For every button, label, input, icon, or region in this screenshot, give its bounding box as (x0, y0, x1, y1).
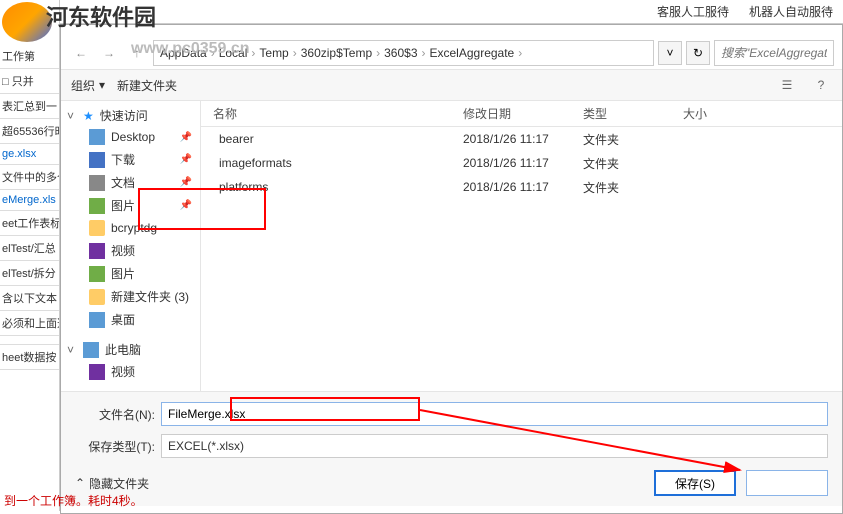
left-item: 超65536行时 (0, 119, 59, 144)
left-item[interactable]: □ 只并 (0, 69, 59, 94)
desktop-icon (89, 312, 105, 328)
hide-folders-toggle[interactable]: ⌃ 隐藏文件夹 (75, 475, 149, 492)
sidebar-item-downloads[interactable]: 下载📌 (61, 148, 200, 171)
dialog-body: ˅ ★ 快速访问 Desktop📌 下载📌 文档📌 图片📌 bcryptdg 视… (61, 101, 842, 391)
left-item: 含以下文本 (0, 286, 59, 311)
file-list-header: 名称 修改日期 类型 大小 (201, 101, 842, 127)
left-item: heet数据按 (0, 345, 59, 370)
crumb[interactable]: Temp (259, 46, 288, 60)
chevron-down-icon: ▾ (99, 78, 105, 92)
table-row[interactable]: imageformats 2018/1/26 11:17 文件夹 (201, 151, 842, 175)
sidebar-item-bcryptdg[interactable]: bcryptdg (61, 217, 200, 239)
folder-icon (89, 220, 105, 236)
sidebar-item-video[interactable]: 视频 (61, 239, 200, 262)
breadcrumb-bar: ← → ↑ AppData› Local› Temp› 360zip$Temp›… (61, 37, 842, 69)
crumb[interactable]: ExcelAggregate (430, 46, 515, 60)
desktop-icon (89, 129, 105, 145)
left-item: 表汇总到一 (0, 94, 59, 119)
left-item: eet工作表标 (0, 211, 59, 236)
search-input[interactable] (714, 40, 834, 66)
filename-label: 文件名(N): (75, 406, 155, 423)
pin-icon: 📌 (180, 132, 192, 143)
sidebar-quick-access[interactable]: ˅ ★ 快速访问 (61, 105, 200, 126)
video-icon (89, 243, 105, 259)
crumb[interactable]: Local (219, 46, 248, 60)
table-row[interactable]: platforms 2018/1/26 11:17 文件夹 (201, 175, 842, 199)
sidebar: ˅ ★ 快速访问 Desktop📌 下载📌 文档📌 图片📌 bcryptdg 视… (61, 101, 201, 391)
left-item-link[interactable]: ge.xlsx (0, 144, 59, 165)
toolbar: 组织 ▾ 新建文件夹 ☰ ? (61, 69, 842, 101)
crumb[interactable]: 360$3 (384, 46, 417, 60)
organize-button[interactable]: 组织 ▾ (71, 77, 105, 94)
sidebar-item-newfolder3[interactable]: 新建文件夹 (3) (61, 285, 200, 308)
col-date[interactable]: 修改日期 (451, 105, 571, 122)
left-item-link[interactable]: eMerge.xls (0, 190, 59, 211)
header-link[interactable]: 机器人自动服待 (749, 3, 833, 20)
filetype-combo[interactable]: EXCEL(*.xlsx) (161, 434, 828, 458)
site-logo (2, 2, 52, 42)
chevron-down-icon: ˅ (67, 343, 77, 357)
breadcrumb-path[interactable]: AppData› Local› Temp› 360zip$Temp› 360$3… (153, 40, 654, 66)
left-item: 文件中的多个 (0, 165, 59, 190)
file-list: 名称 修改日期 类型 大小 bearer 2018/1/26 11:17 文件夹… (201, 101, 842, 391)
picture-icon (89, 266, 105, 282)
sidebar-item-desktop2[interactable]: 桌面 (61, 308, 200, 331)
chevron-down-icon: ˅ (67, 109, 77, 123)
picture-icon (89, 198, 105, 214)
left-item: elTest/汇总 (0, 236, 59, 261)
site-title: 河东软件园 (46, 0, 156, 32)
document-icon (89, 175, 105, 191)
sidebar-item-pictures2[interactable]: 图片 (61, 262, 200, 285)
crumb[interactable]: AppData (160, 46, 207, 60)
video-icon (89, 364, 105, 380)
pin-icon: 📌 (180, 200, 192, 211)
save-button[interactable]: 保存(S) (654, 470, 736, 496)
folder-icon (89, 289, 105, 305)
filename-input[interactable] (161, 402, 828, 426)
download-icon (89, 152, 105, 168)
crumb[interactable]: 360zip$Temp (301, 46, 372, 60)
col-type[interactable]: 类型 (571, 105, 671, 122)
col-name[interactable]: 名称 (201, 105, 451, 122)
nav-fwd-icon[interactable]: → (97, 41, 121, 65)
refresh-icon[interactable]: ↻ (686, 41, 710, 65)
sidebar-item-desktop[interactable]: Desktop📌 (61, 126, 200, 148)
path-dropdown-icon[interactable]: ˅ (658, 41, 682, 65)
sidebar-this-pc[interactable]: ˅ 此电脑 (61, 339, 200, 360)
cancel-button[interactable] (746, 470, 828, 496)
nav-back-icon[interactable]: ← (69, 41, 93, 65)
chevron-up-icon: ⌃ (75, 476, 85, 490)
sidebar-item-documents[interactable]: 文档📌 (61, 171, 200, 194)
star-icon: ★ (83, 109, 94, 123)
col-size[interactable]: 大小 (671, 105, 751, 122)
table-row[interactable]: bearer 2018/1/26 11:17 文件夹 (201, 127, 842, 151)
filetype-label: 保存类型(T): (75, 438, 155, 455)
left-panel: 工作第 □ 只并 表汇总到一 超65536行时 ge.xlsx 文件中的多个 e… (0, 0, 60, 511)
sidebar-item-pictures[interactable]: 图片📌 (61, 194, 200, 217)
view-icon[interactable]: ☰ (776, 74, 798, 96)
nav-up-icon[interactable]: ↑ (125, 41, 149, 65)
pin-icon: 📌 (180, 177, 192, 188)
save-dialog: www.pc0359.cn ← → ↑ AppData› Local› Temp… (60, 24, 843, 514)
help-icon[interactable]: ? (810, 74, 832, 96)
left-item: 工作第 (0, 44, 59, 69)
pc-icon (83, 342, 99, 358)
header-link[interactable]: 客服人工服待 (657, 3, 729, 20)
status-text: 到一个工作簿。耗时4秒。 (0, 490, 147, 511)
new-folder-button[interactable]: 新建文件夹 (117, 77, 177, 94)
left-item: 必须和上面选 (0, 311, 59, 336)
left-item (0, 336, 59, 345)
left-item: elTest/拆分 (0, 261, 59, 286)
pin-icon: 📌 (180, 154, 192, 165)
dialog-bottom: 文件名(N): 保存类型(T): EXCEL(*.xlsx) ⌃ 隐藏文件夹 保… (61, 391, 842, 506)
header-strip: 客服人工服待 机器人自动服待 (60, 0, 843, 24)
sidebar-item-video2[interactable]: 视频 (61, 360, 200, 383)
